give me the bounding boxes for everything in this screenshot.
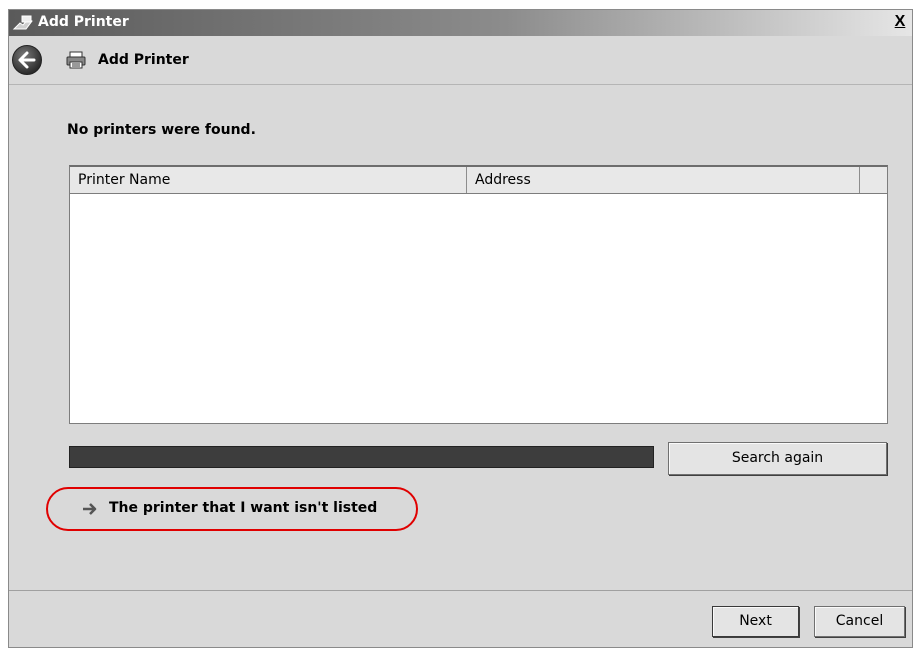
navigation-bar: Add Printer [9, 36, 912, 85]
search-progress-bar [69, 446, 654, 468]
search-again-button[interactable]: Search again [668, 442, 887, 475]
back-arrow-icon [18, 51, 36, 69]
column-header-printer-name[interactable]: Printer Name [70, 167, 467, 193]
list-header: Printer Name Address [70, 167, 887, 194]
progress-fill [70, 447, 653, 467]
wizard-title: Add Printer [98, 52, 189, 68]
column-header-empty[interactable] [860, 167, 887, 193]
column-header-address[interactable]: Address [467, 167, 860, 193]
next-button[interactable]: Next [712, 606, 799, 637]
printer-wizard-icon [12, 13, 34, 33]
add-printer-window: Add Printer X Add Printer No printers we… [8, 9, 913, 648]
cancel-button[interactable]: Cancel [814, 606, 905, 637]
printer-not-listed-link[interactable]: The printer that I want isn't listed [46, 487, 418, 531]
title-bar: Add Printer X [9, 10, 912, 36]
back-button[interactable] [12, 45, 42, 75]
page-heading: No printers were found. [67, 122, 256, 138]
footer-divider [9, 590, 912, 591]
right-arrow-icon [82, 501, 100, 517]
window-title: Add Printer [38, 14, 129, 30]
printer-icon [65, 50, 87, 70]
close-button[interactable]: X [892, 12, 908, 32]
printer-not-listed-label: The printer that I want isn't listed [109, 500, 378, 516]
printer-list[interactable]: Printer Name Address [69, 165, 888, 424]
